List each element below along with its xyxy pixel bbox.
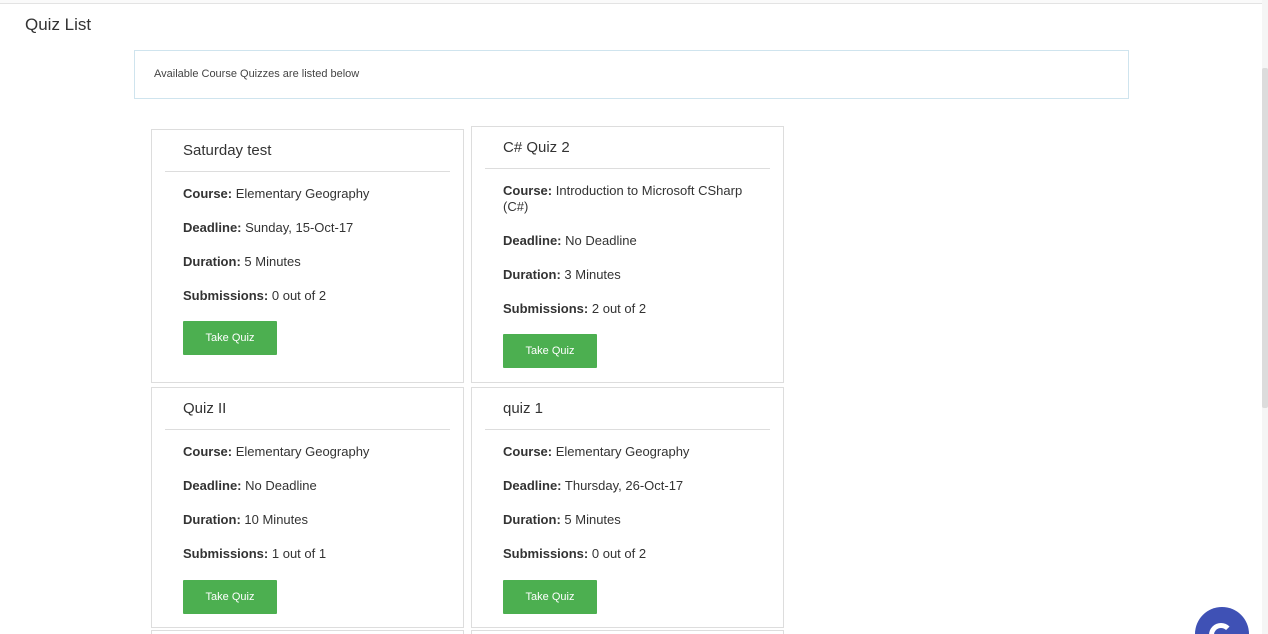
course-field: Course: Elementary Geography bbox=[503, 444, 690, 459]
deadline-field: Deadline: No Deadline bbox=[503, 233, 637, 248]
scrollbar[interactable] bbox=[1262, 0, 1268, 634]
quiz-card: Quiz II Course: Elementary Geography Dea… bbox=[151, 387, 464, 628]
duration-field: Duration: 3 Minutes bbox=[503, 267, 621, 282]
card-divider bbox=[165, 171, 450, 172]
chat-glyph bbox=[1209, 623, 1233, 634]
quiz-card: C# Quiz 2 Course: Introduction to Micros… bbox=[471, 126, 784, 383]
scrollbar-thumb[interactable] bbox=[1262, 68, 1268, 408]
course-field: Course: Elementary Geography bbox=[183, 444, 370, 459]
chat-bubble-icon[interactable] bbox=[1195, 607, 1249, 634]
quiz-card: quiz 1 Course: Elementary Geography Dead… bbox=[471, 387, 784, 628]
page-title: Quiz List bbox=[25, 15, 92, 34]
page: Quiz List Available Course Quizzes are l… bbox=[0, 0, 1268, 634]
quiz-title: Saturday test bbox=[183, 142, 272, 159]
deadline-field: Deadline: Sunday, 15-Oct-17 bbox=[183, 220, 354, 235]
duration-field: Duration: 10 Minutes bbox=[183, 512, 308, 527]
card-divider bbox=[485, 429, 770, 430]
card-divider bbox=[485, 168, 770, 169]
submissions-field: Submissions: 0 out of 2 bbox=[183, 288, 327, 303]
take-quiz-button[interactable]: Take Quiz bbox=[503, 580, 597, 614]
card-divider bbox=[165, 429, 450, 430]
submissions-field: Submissions: 2 out of 2 bbox=[503, 301, 647, 316]
deadline-field: Deadline: Thursday, 26-Oct-17 bbox=[503, 478, 684, 493]
submissions-field: Submissions: 0 out of 2 bbox=[503, 546, 647, 561]
deadline-field: Deadline: No Deadline bbox=[183, 478, 317, 493]
quiz-title: quiz 1 bbox=[503, 400, 544, 417]
top-bar bbox=[0, 0, 1262, 4]
quiz-card-partial bbox=[471, 630, 784, 634]
course-field: Course: Elementary Geography bbox=[183, 186, 370, 201]
course-field: Course: Introduction to Microsoft CSharp… bbox=[503, 183, 743, 214]
info-panel: Available Course Quizzes are listed belo… bbox=[134, 50, 1129, 99]
quiz-title: Quiz II bbox=[183, 400, 227, 417]
quiz-card: Saturday test Course: Elementary Geograp… bbox=[151, 129, 464, 383]
duration-field: Duration: 5 Minutes bbox=[503, 512, 621, 527]
quiz-card-partial bbox=[151, 630, 464, 634]
quiz-title: C# Quiz 2 bbox=[503, 139, 570, 156]
take-quiz-button[interactable]: Take Quiz bbox=[183, 321, 277, 355]
take-quiz-button[interactable]: Take Quiz bbox=[183, 580, 277, 614]
submissions-field: Submissions: 1 out of 1 bbox=[183, 546, 327, 561]
duration-field: Duration: 5 Minutes bbox=[183, 254, 301, 269]
info-text: Available Course Quizzes are listed belo… bbox=[154, 68, 360, 80]
take-quiz-button[interactable]: Take Quiz bbox=[503, 334, 597, 368]
